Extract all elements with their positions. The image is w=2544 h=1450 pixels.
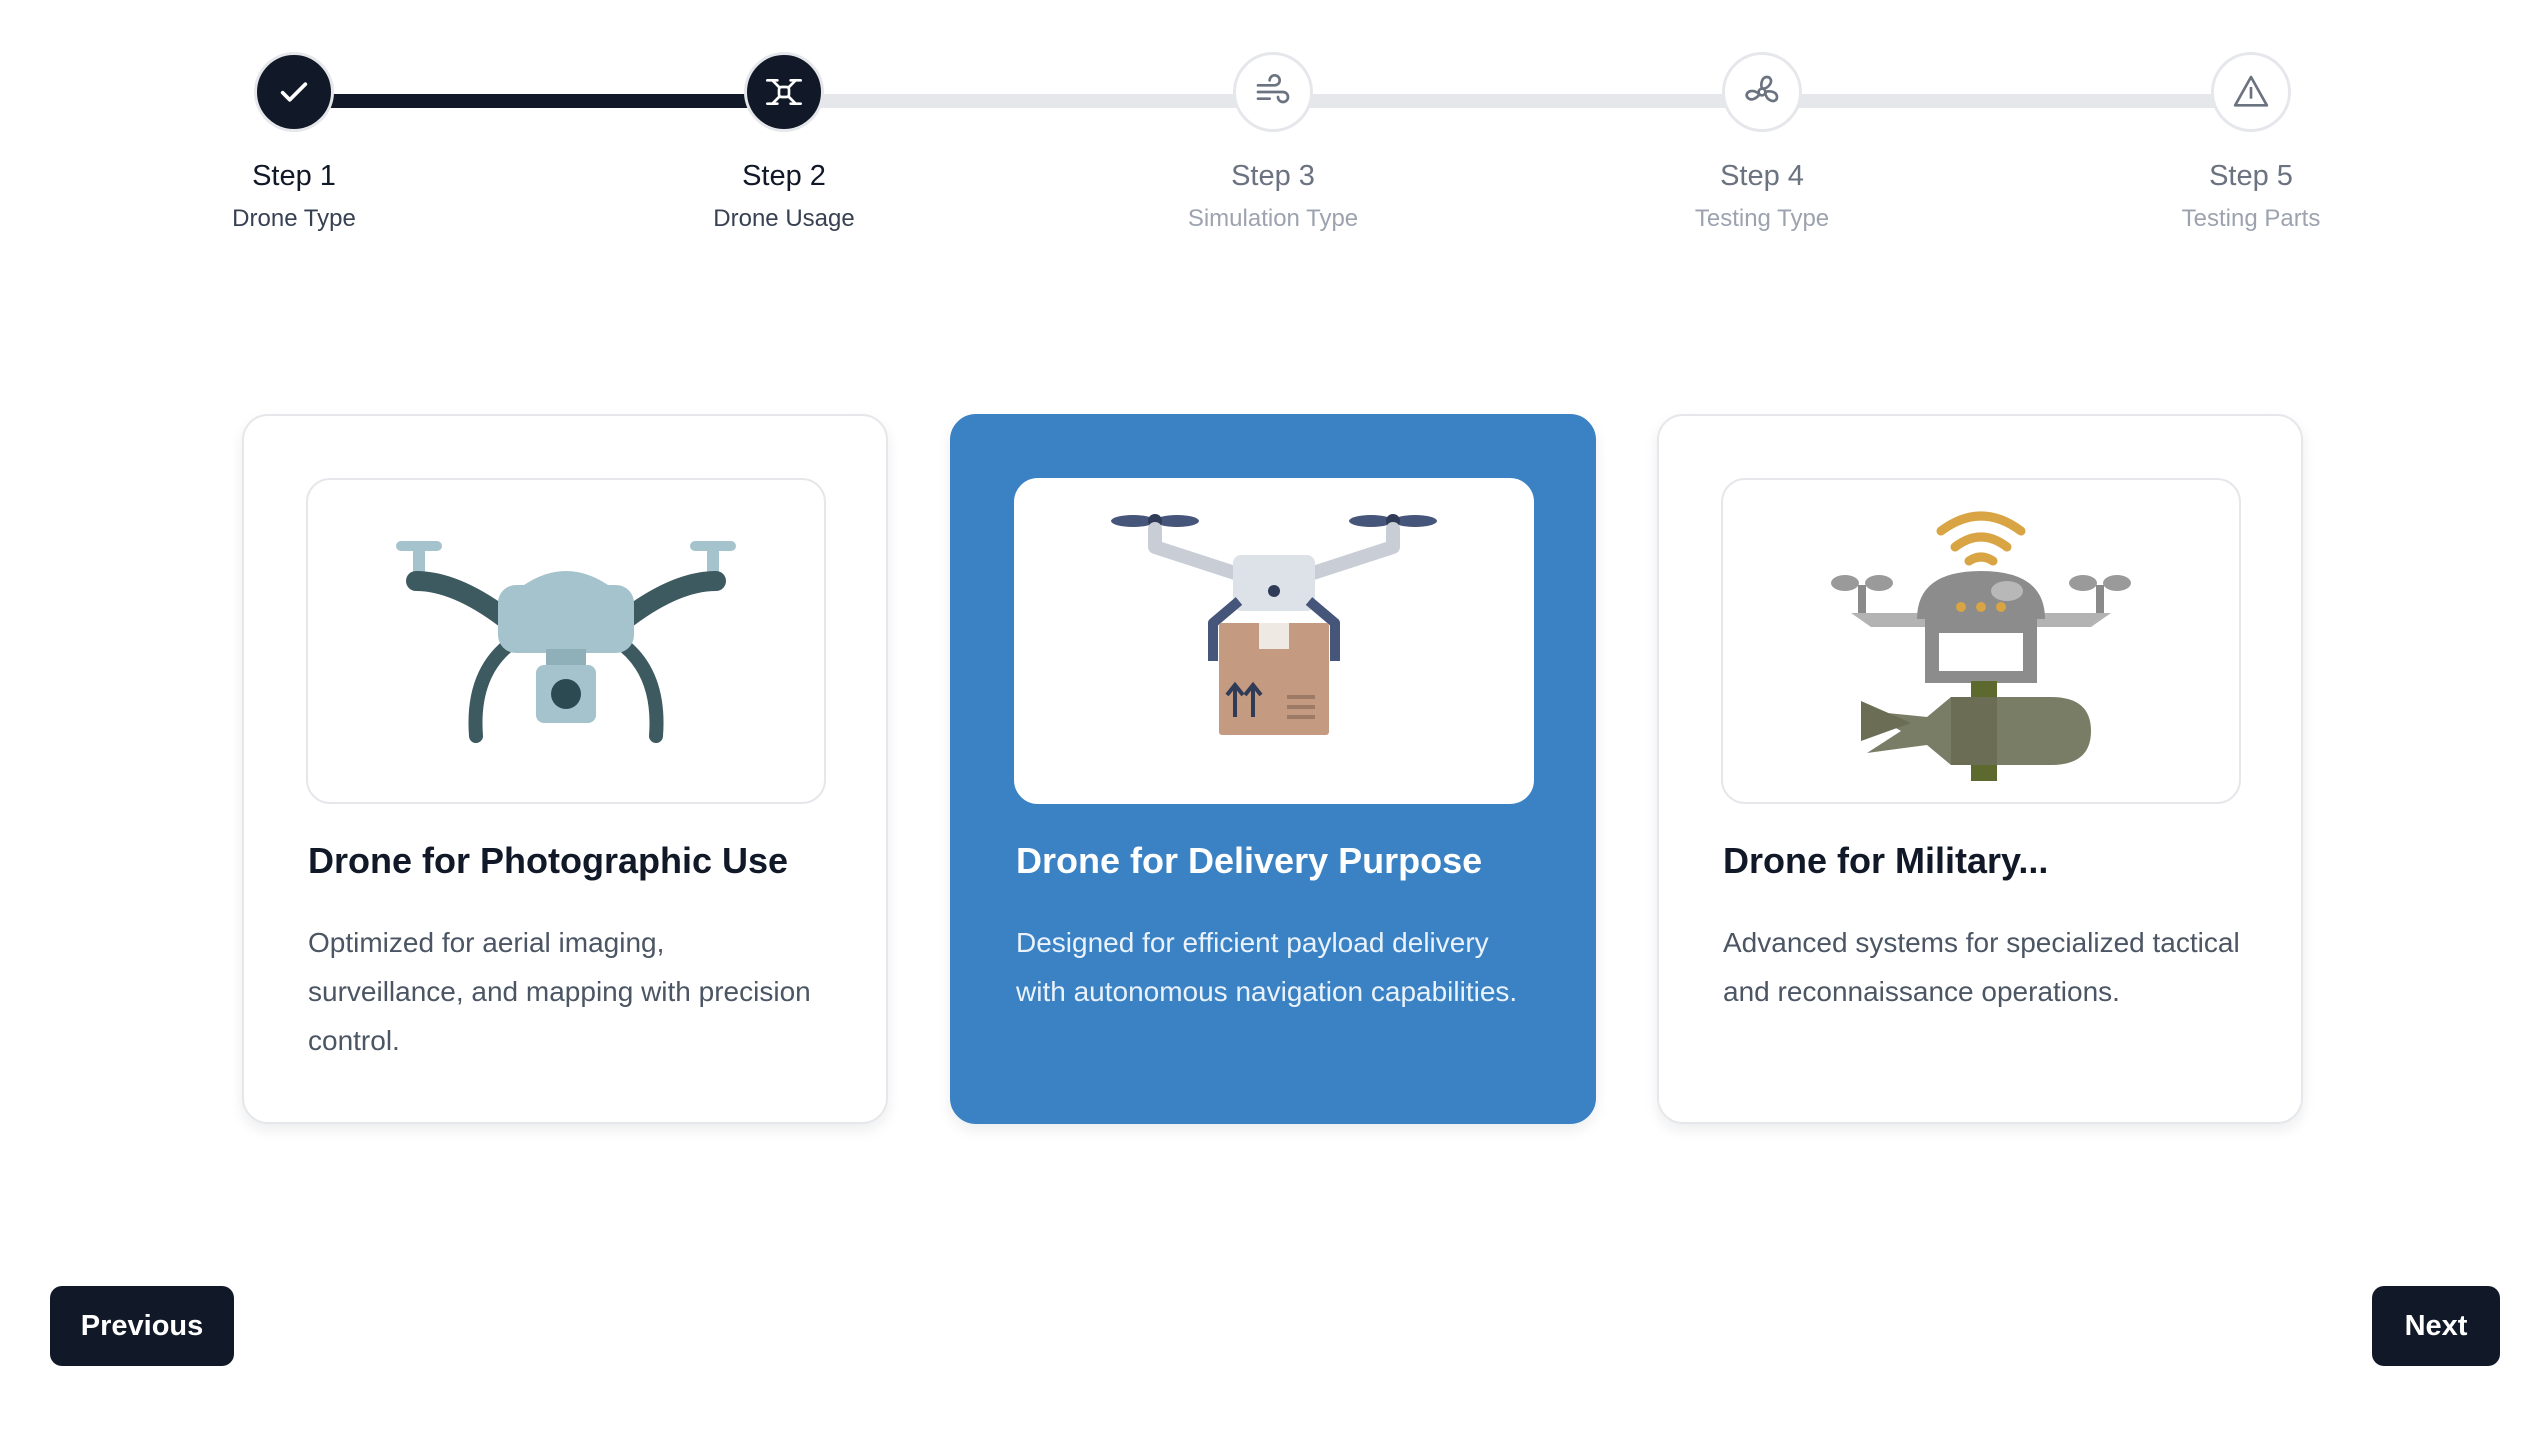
card-description: Designed for efficient payload delivery … <box>1016 927 1518 1007</box>
warning-triangle-icon <box>2233 75 2269 107</box>
card-description: Advanced systems for specialized tactica… <box>1723 927 2240 1007</box>
drone-icon <box>766 79 802 105</box>
card-description: Optimized for aerial imaging, surveillan… <box>308 927 811 1056</box>
wind-icon <box>1256 74 1290 104</box>
wizard-page: Step 1 Drone Type Step 2 Drone Usage Ste… <box>0 0 2544 1450</box>
step-2-subtitle: Drone Usage <box>713 205 855 232</box>
delivery-drone-icon <box>1111 514 1437 735</box>
card-title: Drone for Military... <box>1723 840 2049 881</box>
camera-drone-icon <box>396 541 736 743</box>
step-3-title: Step 3 <box>1231 160 1315 192</box>
step-3[interactable]: Step 3 Simulation Type <box>1123 52 1423 233</box>
step-4-title: Step 4 <box>1720 160 1804 192</box>
step-2-circle <box>744 52 824 132</box>
step-1-subtitle: Drone Type <box>232 205 356 232</box>
card-photographic-drone[interactable]: Drone for Photographic Use Optimized for… <box>242 414 888 1124</box>
step-5-circle <box>2211 52 2291 132</box>
fan-icon <box>1745 75 1779 103</box>
step-2[interactable]: Step 2 Drone Usage <box>634 52 934 233</box>
step-1-circle <box>254 52 334 132</box>
step-2-title: Step 2 <box>742 160 826 192</box>
progress-stepper: Step 1 Drone Type Step 2 Drone Usage Ste… <box>0 0 2544 270</box>
step-4-circle <box>1722 52 1802 132</box>
step-4[interactable]: Step 4 Testing Type <box>1612 52 1912 233</box>
next-button[interactable]: Next <box>2372 1286 2500 1366</box>
step-5[interactable]: Step 5 Testing Parts <box>2101 52 2401 233</box>
card-image <box>1014 478 1534 804</box>
step-1-title: Step 1 <box>252 160 336 192</box>
card-title: Drone for Photographic Use <box>308 840 789 881</box>
card-image <box>306 478 826 804</box>
check-icon <box>280 82 308 102</box>
card-delivery-drone[interactable]: Drone for Delivery Purpose Designed for … <box>950 414 1596 1124</box>
card-military-drone[interactable]: Drone for Military... Advanced systems f… <box>1657 414 2303 1124</box>
step-5-title: Step 5 <box>2209 160 2293 192</box>
card-image <box>1721 478 2241 804</box>
card-title: Drone for Delivery Purpose <box>1016 840 1483 881</box>
military-drone-icon <box>1831 511 2131 781</box>
step-3-subtitle: Simulation Type <box>1187 205 1359 232</box>
step-3-circle <box>1233 52 1313 132</box>
step-1[interactable]: Step 1 Drone Type <box>144 52 444 233</box>
previous-button[interactable]: Previous <box>50 1286 234 1366</box>
step-4-subtitle: Testing Type <box>1694 205 1830 232</box>
step-5-subtitle: Testing Parts <box>2181 205 2321 232</box>
